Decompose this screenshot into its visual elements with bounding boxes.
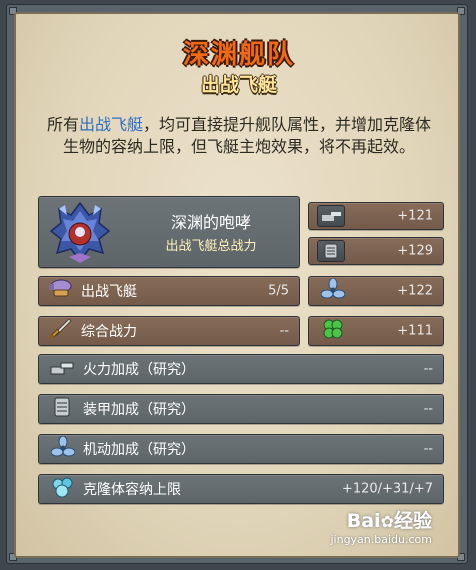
baidu-jingyan-watermark: Bai✿经验 jingyan.baidu.com <box>330 506 432 546</box>
description-prefix: 所有 <box>46 115 79 134</box>
page-title: 深渊舰队 <box>182 40 295 70</box>
description-highlight: 出战飞艇 <box>78 115 143 134</box>
deployed-ships-row[interactable]: 出战飞艇 5/5 <box>38 276 300 306</box>
mobility-research-value: -- <box>423 441 433 457</box>
deployed-ships-value: 5/5 <box>268 283 289 299</box>
abyss-ship-portrait <box>49 201 111 263</box>
firepower-value: +121 <box>397 208 433 224</box>
total-power-row[interactable]: 综合战力 -- <box>38 316 300 346</box>
firepower-research-row[interactable]: 火力加成（研究） -- <box>38 354 444 384</box>
watermark-url: jingyan.baidu.com <box>330 533 432 546</box>
watermark-brand-left: Bai <box>346 510 381 532</box>
watermark-brand-right: 经验 <box>393 510 432 532</box>
firepower-research-value: -- <box>423 361 433 377</box>
mobility-stat: +122 <box>308 276 444 306</box>
mobility-value: +122 <box>397 283 433 299</box>
armor-research-row[interactable]: 装甲加成（研究） -- <box>38 394 444 424</box>
total-power-value: -- <box>279 323 289 339</box>
featured-ship-caption: 出战飞艇总战力 <box>165 239 257 254</box>
total-power-label: 综合战力 <box>81 324 137 340</box>
airship-icon <box>47 278 73 304</box>
clone-capacity-label: 克隆体容纳上限 <box>83 482 181 498</box>
page-subtitle: 出战飞艇 <box>200 74 277 96</box>
firepower-stat: +121 <box>308 202 444 230</box>
luck-stat: +111 <box>308 316 444 346</box>
paw-icon: ✿ <box>380 512 394 531</box>
cannon-icon <box>317 205 345 227</box>
description-text: 所有出战飞艇，均可直接提升舰队属性，并增加克隆体生物的容纳上限，但飞艇主炮效果，… <box>44 114 434 158</box>
armor-plate-icon <box>317 240 345 262</box>
cannon-icon <box>49 357 75 381</box>
armor-research-value: -- <box>423 401 433 417</box>
armor-research-label: 装甲加成（研究） <box>83 402 195 418</box>
propeller-icon <box>320 277 346 304</box>
clone-creature-icon <box>51 476 75 502</box>
armor-value: +129 <box>397 243 433 259</box>
fleet-panel: 深渊舰队 出战飞艇 所有出战飞艇，均可直接提升舰队属性，并增加克隆体生物的容纳上… <box>14 12 460 558</box>
sword-icon <box>47 317 73 345</box>
clone-capacity-value: +120/+31/+7 <box>341 481 433 497</box>
clone-capacity-row[interactable]: 克隆体容纳上限 +120/+31/+7 <box>38 474 444 504</box>
featured-ship-card[interactable]: 深渊的咆哮 出战飞艇总战力 <box>38 196 300 268</box>
firepower-research-label: 火力加成（研究） <box>83 362 195 378</box>
luck-value: +111 <box>397 323 433 339</box>
armor-plate-icon <box>51 396 73 422</box>
clover-icon <box>321 318 345 344</box>
propeller-icon <box>50 435 76 462</box>
featured-ship-name: 深渊的咆哮 <box>170 213 251 232</box>
mobility-research-row[interactable]: 机动加成（研究） -- <box>38 434 444 464</box>
deployed-ships-label: 出战飞艇 <box>81 284 137 300</box>
mobility-research-label: 机动加成（研究） <box>83 442 195 458</box>
armor-stat: +129 <box>308 237 444 265</box>
